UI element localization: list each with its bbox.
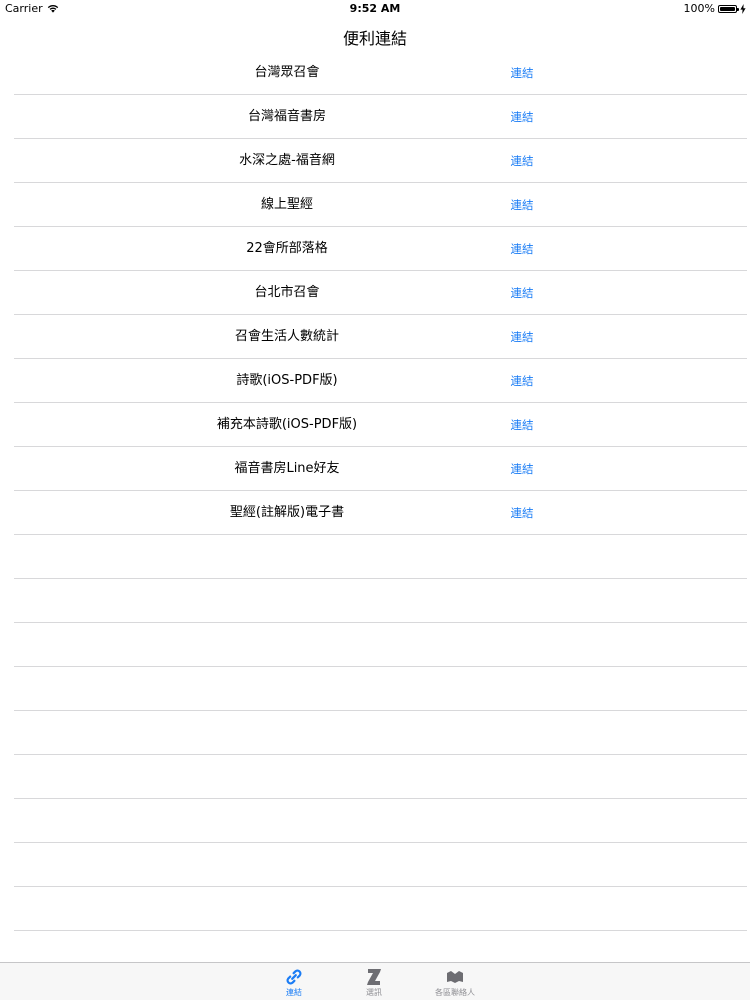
- empty-row: [14, 579, 747, 623]
- battery-fill: [720, 6, 735, 11]
- link-title: 台灣福音書房: [247, 109, 326, 124]
- table-row: 召會生活人數統計 連結: [14, 315, 747, 359]
- empty-row: [14, 843, 747, 887]
- link-button[interactable]: 連結: [500, 491, 544, 536]
- empty-row: [14, 755, 747, 799]
- link-title: 召會生活人數統計: [234, 329, 339, 344]
- page-title: 便利連結: [342, 29, 407, 48]
- status-right: 100%: [684, 0, 746, 17]
- link-button[interactable]: 連結: [500, 51, 544, 96]
- link-button[interactable]: 連結: [500, 403, 544, 448]
- link-title: 聖經(註解版)電子書: [229, 505, 345, 520]
- link-title: 22會所部落格: [246, 241, 328, 256]
- tab-contacts[interactable]: 各區聯絡人: [430, 963, 480, 1000]
- status-bar: Carrier 9:52 AM 100%: [0, 0, 750, 17]
- link-icon: [286, 969, 302, 985]
- tab-links[interactable]: 連結: [274, 963, 314, 1000]
- links-table: 台灣眾召會 連結 台灣福音書房 連結 水深之處-福音網 連結 線上聖經 連結 2…: [0, 51, 750, 931]
- tab-label: 各區聯絡人: [435, 988, 475, 997]
- table-row: 補充本詩歌(iOS-PDF版) 連結: [14, 403, 747, 447]
- link-button[interactable]: 連結: [500, 271, 544, 316]
- link-title: 線上聖經: [260, 197, 313, 212]
- table-row: 台灣眾召會 連結: [14, 51, 747, 95]
- table-row: 聖經(註解版)電子書 連結: [14, 491, 747, 535]
- empty-row: [14, 711, 747, 755]
- news-icon: [367, 969, 381, 985]
- empty-row: [14, 535, 747, 579]
- table-row: 水深之處-福音網 連結: [14, 139, 747, 183]
- link-title: 福音書房Line好友: [234, 461, 340, 476]
- link-button[interactable]: 連結: [500, 139, 544, 184]
- charging-icon: [740, 3, 746, 14]
- status-time: 9:52 AM: [349, 2, 401, 15]
- link-button[interactable]: 連結: [500, 315, 544, 360]
- link-button[interactable]: 連結: [500, 95, 544, 140]
- link-title: 詩歌(iOS-PDF版): [236, 373, 338, 388]
- link-button[interactable]: 連結: [500, 227, 544, 272]
- tab-label: 連結: [286, 988, 302, 997]
- link-button[interactable]: 連結: [500, 183, 544, 228]
- table-row: 台灣福音書房 連結: [14, 95, 747, 139]
- table-row: 福音書房Line好友 連結: [14, 447, 747, 491]
- empty-row: [14, 623, 747, 667]
- battery-percentage: 100%: [683, 2, 715, 15]
- link-title: 台灣眾召會: [254, 65, 320, 80]
- empty-row: [14, 667, 747, 711]
- tab-label: 選訊: [366, 988, 382, 997]
- link-title: 補充本詩歌(iOS-PDF版): [216, 417, 358, 432]
- link-button[interactable]: 連結: [500, 447, 544, 492]
- table-row: 台北市召會 連結: [14, 271, 747, 315]
- table-row: 線上聖經 連結: [14, 183, 747, 227]
- empty-row: [14, 799, 747, 843]
- contacts-icon: [447, 971, 463, 983]
- tab-bar: 連結 選訊 各區聯絡人: [0, 962, 750, 1000]
- link-title: 水深之處-福音網: [239, 153, 335, 168]
- tab-news[interactable]: 選訊: [354, 963, 394, 1000]
- link-title: 台北市召會: [254, 285, 320, 300]
- empty-row: [14, 887, 747, 931]
- battery-icon: [718, 4, 739, 13]
- table-row: 詩歌(iOS-PDF版) 連結: [14, 359, 747, 403]
- table-row: 22會所部落格 連結: [14, 227, 747, 271]
- link-button[interactable]: 連結: [500, 359, 544, 404]
